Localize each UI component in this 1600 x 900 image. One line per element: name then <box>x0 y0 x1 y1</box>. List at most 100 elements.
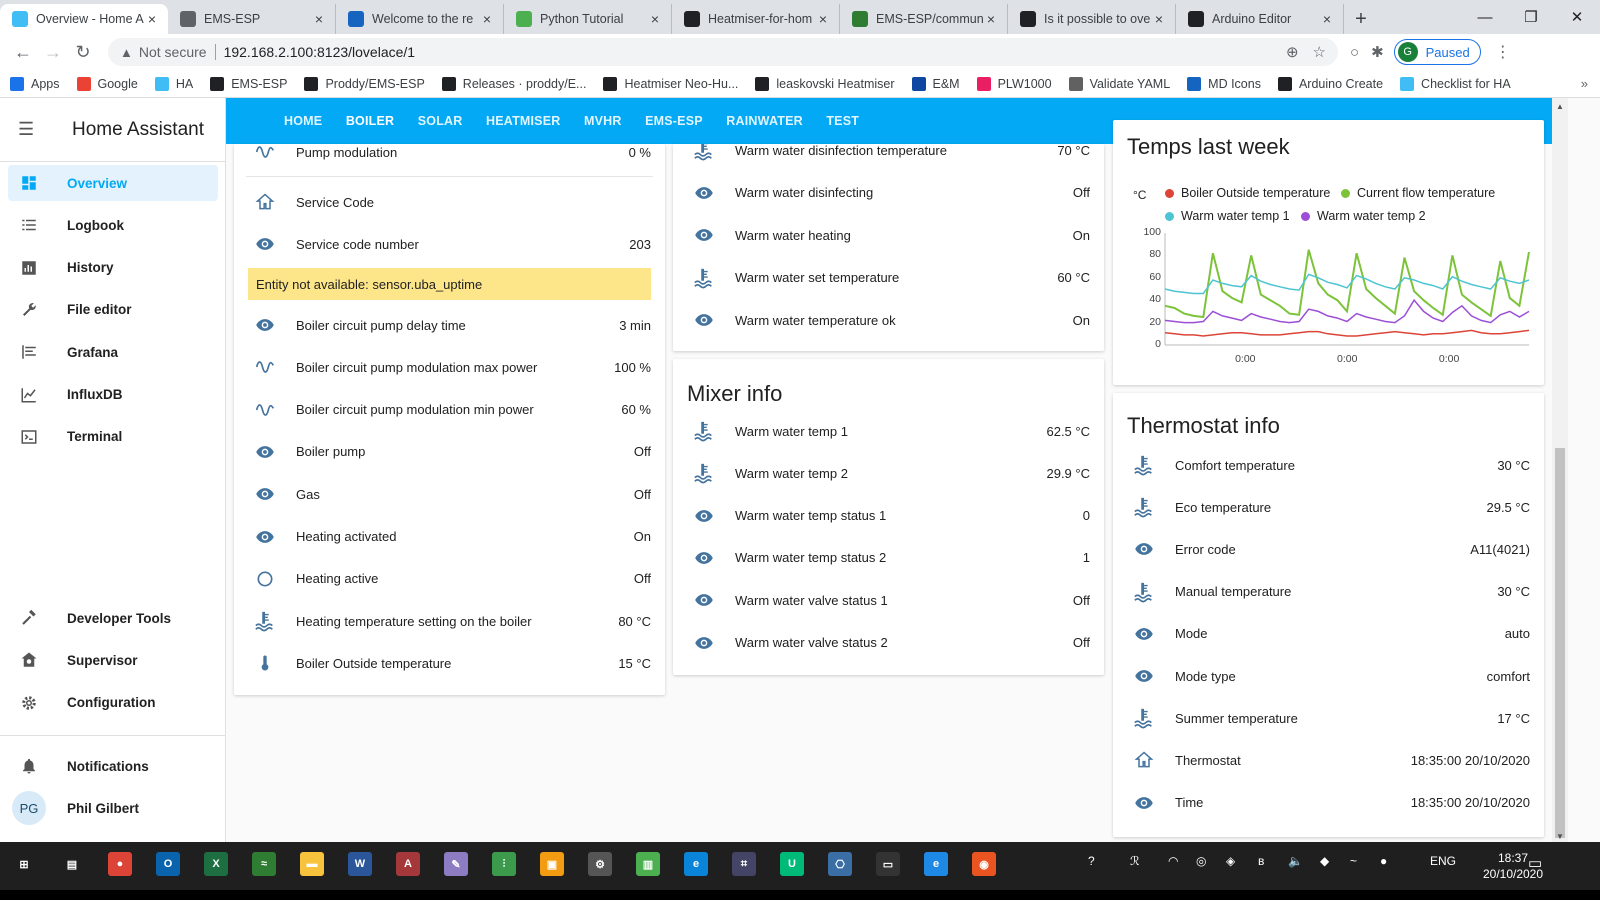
forward-icon[interactable]: → <box>38 37 68 67</box>
entity-row[interactable]: Heating active Off <box>234 559 665 599</box>
entity-row[interactable]: Service Code <box>234 182 665 222</box>
sidebar-item-grafana[interactable]: Grafana <box>8 334 218 370</box>
entity-row[interactable]: Eco temperature 29.5 °C <box>1113 487 1544 527</box>
restore-icon[interactable]: ❐ <box>1508 0 1554 34</box>
sidebar-item-supervisor[interactable]: Supervisor <box>8 642 218 678</box>
sidebar-item-file-editor[interactable]: File editor <box>8 292 218 328</box>
window-close-icon[interactable]: ✕ <box>1554 0 1600 34</box>
entity-row[interactable]: Gas Off <box>234 474 665 514</box>
minimize-icon[interactable]: — <box>1462 0 1508 34</box>
profile-button[interactable]: G Paused <box>1393 39 1481 65</box>
paint-icon[interactable]: ✎ <box>444 852 468 876</box>
shield-icon[interactable]: ◈ <box>1226 854 1235 868</box>
reload-icon[interactable]: ↻ <box>68 37 98 67</box>
entity-row[interactable]: Comfort temperature 30 °C <box>1113 445 1544 485</box>
tab-close-icon[interactable]: × <box>1151 11 1167 27</box>
dropbox-icon[interactable]: ◆ <box>1320 854 1329 868</box>
chrome-icon[interactable]: ● <box>108 852 132 876</box>
entity-row[interactable]: Warm water valve status 1 Off <box>673 580 1104 620</box>
wifi-icon[interactable]: ◠ <box>1168 854 1178 868</box>
action-center-icon[interactable]: ▭ <box>1528 854 1542 872</box>
entity-row[interactable]: Mode type comfort <box>1113 656 1544 696</box>
app-icon[interactable]: ⌗ <box>732 852 756 876</box>
ubuntu-icon[interactable]: ◉ <box>972 852 996 876</box>
tab-test[interactable]: TEST <box>826 114 859 128</box>
bookmark-item[interactable]: MD Icons <box>1187 76 1261 91</box>
bookmarks-overflow-icon[interactable]: » <box>1581 76 1588 91</box>
bookmark-item[interactable]: Releases · proddy/E... <box>441 76 586 91</box>
help-icon[interactable]: ? <box>1088 854 1095 868</box>
excel-icon[interactable]: X <box>204 852 228 876</box>
tab-close-icon[interactable]: × <box>815 11 831 27</box>
bookmark-item[interactable]: PLW1000 <box>976 76 1052 91</box>
entity-row[interactable]: Boiler circuit pump delay time 3 min <box>234 305 665 345</box>
page-scrollbar[interactable]: ▲ ▼ <box>1552 98 1568 858</box>
edge-icon[interactable]: e <box>684 852 708 876</box>
word-icon[interactable]: W <box>348 852 372 876</box>
bookmark-item[interactable]: Validate YAML <box>1068 76 1170 91</box>
tab-close-icon[interactable]: × <box>144 11 160 27</box>
entity-row[interactable]: Error code A11(4021) <box>1113 529 1544 569</box>
back-icon[interactable]: ← <box>8 37 38 67</box>
zoom-icon[interactable]: ⊕ <box>1286 43 1299 61</box>
task-view-icon[interactable]: ▤ <box>60 852 84 876</box>
entity-row[interactable]: Pump modulation 0 % <box>234 144 665 172</box>
browser-tab[interactable]: EMS-ESP/communit × <box>840 4 1008 34</box>
volume-icon[interactable]: 🔈 <box>1288 854 1303 868</box>
browser-tab[interactable]: Arduino Editor × <box>1176 4 1344 34</box>
app-tray-icon[interactable]: ◎ <box>1196 854 1206 868</box>
tab-home[interactable]: HOME <box>284 114 322 128</box>
entity-row[interactable]: Summer temperature 17 °C <box>1113 698 1544 738</box>
entity-row[interactable]: Warm water temp status 1 0 <box>673 496 1104 536</box>
sidebar-item-developer-tools[interactable]: Developer Tools <box>8 600 218 636</box>
bookmark-item[interactable]: HA <box>154 76 193 91</box>
browser-tab[interactable]: Python Tutorial × <box>504 4 672 34</box>
entity-row[interactable]: Boiler Outside temperature 15 °C <box>234 643 665 683</box>
entity-row[interactable]: Warm water disinfecting Off <box>673 173 1104 213</box>
sidebar-item-notifications[interactable]: Notifications <box>8 748 218 784</box>
chrome-tray-icon[interactable]: ● <box>1380 854 1387 868</box>
entity-row[interactable]: Warm water set temperature 60 °C <box>673 258 1104 298</box>
tab-close-icon[interactable]: × <box>1319 11 1335 27</box>
entity-row[interactable]: Boiler circuit pump modulation max power… <box>234 347 665 387</box>
scrollbar-thumb[interactable] <box>1555 448 1565 838</box>
sidebar-item-history[interactable]: History <box>8 250 218 286</box>
bookmark-star-icon[interactable]: ☆ <box>1313 43 1326 61</box>
extension-circle-icon[interactable]: ○ <box>1350 44 1359 61</box>
access-icon[interactable]: A <box>396 852 420 876</box>
tab-close-icon[interactable]: × <box>479 11 495 27</box>
bluetooth-icon[interactable]: ʙ <box>1258 854 1264 868</box>
browser-tab[interactable]: Is it possible to ove × <box>1008 4 1176 34</box>
file-explorer-icon[interactable]: ▬ <box>300 852 324 876</box>
internet-explorer-icon[interactable]: e <box>924 852 948 876</box>
bookmark-item[interactable]: Apps <box>10 76 60 91</box>
browser-tab[interactable]: Welcome to the re × <box>336 4 504 34</box>
entity-row[interactable]: Warm water valve status 2 Off <box>673 623 1104 663</box>
entity-row[interactable]: Thermostat 18:35:00 20/10/2020 <box>1113 740 1544 780</box>
app-icon[interactable]: U <box>780 852 804 876</box>
entity-row[interactable]: Mode auto <box>1113 614 1544 654</box>
entity-row[interactable]: Warm water temp 1 62.5 °C <box>673 411 1104 451</box>
sidebar-item-configuration[interactable]: Configuration <box>8 685 218 721</box>
entity-row[interactable]: Boiler pump Off <box>234 432 665 472</box>
bookmark-item[interactable]: Google <box>76 76 138 91</box>
entity-row[interactable]: Warm water temperature ok On <box>673 300 1104 340</box>
extensions-puzzle-icon[interactable]: ✱ <box>1371 43 1384 61</box>
terminal-icon[interactable]: ▭ <box>876 852 900 876</box>
sidebar-item-logbook[interactable]: Logbook <box>8 207 218 243</box>
bookmark-item[interactable]: E&M <box>911 76 960 91</box>
language-indicator[interactable]: ENG <box>1430 854 1456 868</box>
browser-tab[interactable]: EMS-ESP × <box>168 4 336 34</box>
tab-rainwater[interactable]: RAINWATER <box>726 114 803 128</box>
tab-ems-esp[interactable]: EMS-ESP <box>645 114 703 128</box>
new-tab-button[interactable]: + <box>1344 4 1378 34</box>
tab-mvhr[interactable]: MVHR <box>584 114 622 128</box>
app-icon[interactable]: ▥ <box>636 852 660 876</box>
scroll-up-icon[interactable]: ▲ <box>1556 102 1564 111</box>
people-icon[interactable]: ℛ <box>1130 854 1140 868</box>
bookmark-item[interactable]: Proddy/EMS-ESP <box>304 76 425 91</box>
start-icon[interactable]: ⊞ <box>12 852 36 876</box>
entity-row[interactable]: Heating temperature setting on the boile… <box>234 601 665 641</box>
bookmark-item[interactable]: EMS-ESP <box>210 76 287 91</box>
tab-heatmiser[interactable]: HEATMISER <box>486 114 561 128</box>
